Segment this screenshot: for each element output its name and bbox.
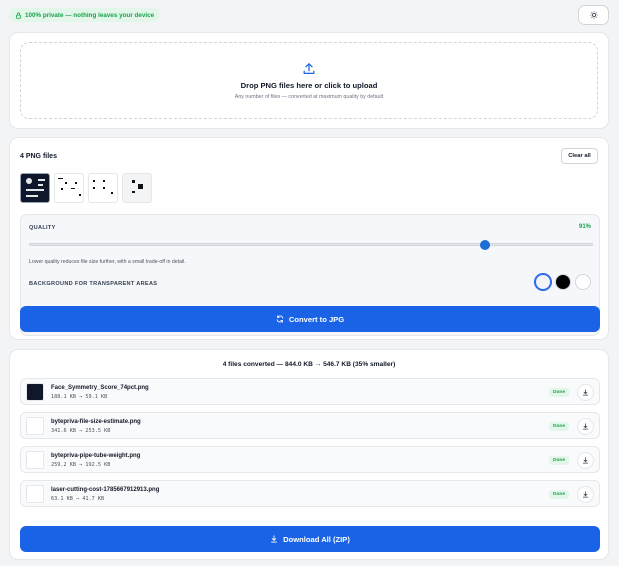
download-icon	[582, 491, 589, 498]
quality-slider[interactable]	[29, 240, 593, 250]
privacy-badge: 100% private — nothing leaves your devic…	[9, 8, 161, 22]
download-file-button[interactable]	[577, 418, 594, 435]
results-card: 4 files converted — 844.0 KB → 546.7 KB …	[9, 349, 609, 560]
status-badge: Done	[549, 456, 569, 465]
download-all-button[interactable]: Download All (ZIP)	[20, 526, 600, 552]
lock-icon	[16, 12, 21, 19]
result-filename: bytepriva-file-size-estimate.png	[51, 419, 141, 425]
files-count: 4 PNG files	[20, 153, 57, 160]
quality-slider-fill	[30, 244, 486, 245]
download-file-button[interactable]	[577, 486, 594, 503]
result-thumbnail	[26, 383, 44, 401]
result-thumbnail	[26, 451, 44, 469]
swatch-white[interactable]	[575, 274, 591, 290]
download-icon	[582, 457, 589, 464]
result-row: bytepriva-pipe-tube-weight.png 259.2 KB …	[20, 446, 600, 473]
clear-all-button[interactable]: Clear all	[561, 148, 598, 164]
convert-label: Convert to JPG	[288, 314, 345, 324]
quality-note: Lower quality reduces file size further,…	[29, 259, 186, 265]
status-badge: Done	[549, 422, 569, 431]
result-filename: Face_Symmetry_Score_74pct.png	[51, 385, 149, 391]
sun-icon	[589, 11, 598, 19]
upload-title: Drop PNG files here or click to upload	[240, 80, 378, 90]
quality-label: QUALITY	[29, 225, 56, 231]
quality-slider-handle[interactable]	[480, 240, 491, 250]
background-label: BACKGROUND FOR TRANSPARENT AREAS	[29, 281, 158, 287]
background-swatches	[534, 273, 591, 291]
swatch-light[interactable]	[534, 273, 552, 291]
convert-button[interactable]: Convert to JPG	[20, 306, 600, 332]
upload-card: Drop PNG files here or click to upload A…	[9, 32, 609, 129]
privacy-text: 100% private — nothing leaves your devic…	[25, 11, 155, 19]
upload-dropzone[interactable]: Drop PNG files here or click to upload A…	[20, 42, 598, 119]
upload-icon	[303, 62, 315, 74]
result-size: 259.2 KB → 192.5 KB	[51, 462, 111, 468]
result-size: 63.1 KB → 41.7 KB	[51, 496, 105, 502]
swatch-black[interactable]	[555, 274, 571, 290]
download-icon	[271, 535, 278, 543]
download-icon	[582, 389, 589, 396]
upload-subtitle: Any number of files — converted at maxim…	[234, 93, 384, 100]
result-size: 341.6 KB → 253.5 KB	[51, 428, 111, 434]
thumbnail-strip	[20, 173, 152, 203]
result-filename: bytepriva-pipe-tube-weight.png	[51, 453, 141, 459]
file-thumbnail[interactable]	[88, 173, 118, 203]
download-all-label: Download All (ZIP)	[283, 534, 350, 544]
file-thumbnail[interactable]	[122, 173, 152, 203]
result-row: bytepriva-file-size-estimate.png 341.6 K…	[20, 412, 600, 439]
conversion-summary: 4 files converted — 844.0 KB → 546.7 KB …	[222, 361, 396, 368]
result-size: 188.1 KB → 59.1 KB	[51, 394, 108, 400]
result-row: Face_Symmetry_Score_74pct.png 188.1 KB →…	[20, 378, 600, 405]
top-bar: 100% private — nothing leaves your devic…	[9, 5, 609, 25]
quality-value: 91%	[578, 224, 591, 230]
download-file-button[interactable]	[577, 384, 594, 401]
result-thumbnail	[26, 485, 44, 503]
refresh-icon	[276, 315, 284, 323]
status-badge: Done	[549, 388, 569, 397]
files-card: 4 PNG files Clear all QUALITY 91% Lower …	[9, 137, 609, 340]
result-filename: laser-cutting-cost-1785667912913.png	[51, 487, 160, 493]
result-row: laser-cutting-cost-1785667912913.png 63.…	[20, 480, 600, 507]
download-file-button[interactable]	[577, 452, 594, 469]
result-thumbnail	[26, 417, 44, 435]
status-badge: Done	[549, 490, 569, 499]
file-thumbnail[interactable]	[54, 173, 84, 203]
download-icon	[582, 423, 589, 430]
theme-toggle-button[interactable]	[578, 5, 609, 25]
file-thumbnail[interactable]	[20, 173, 50, 203]
